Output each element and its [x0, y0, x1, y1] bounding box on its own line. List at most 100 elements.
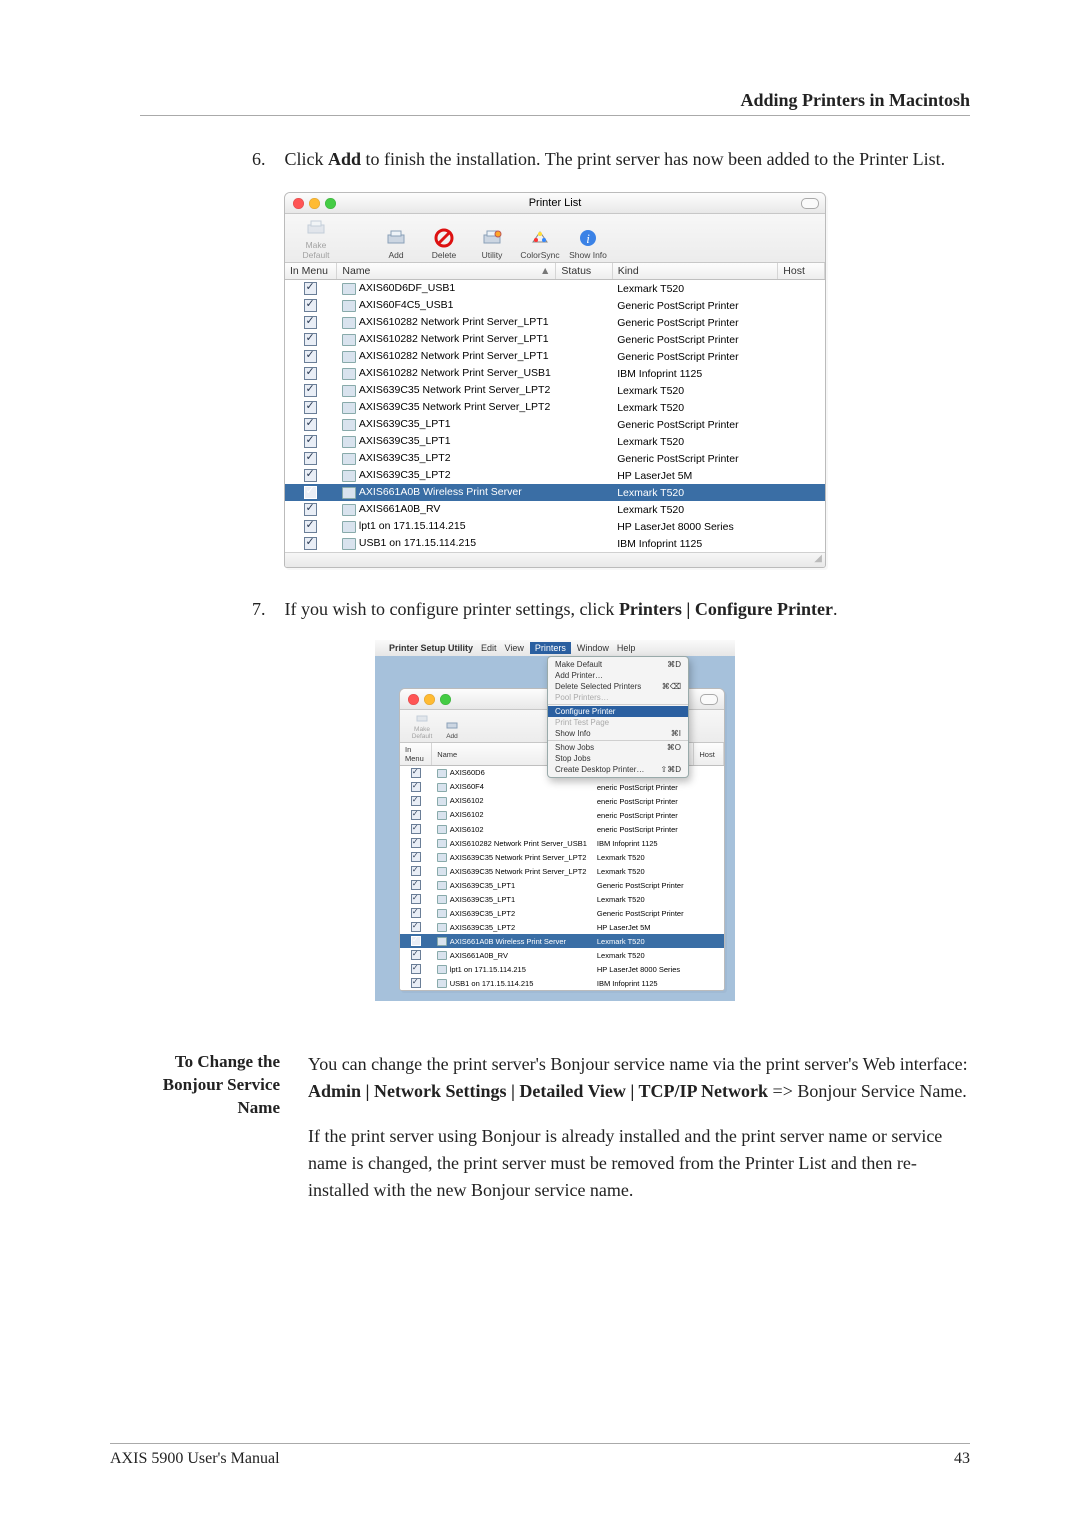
step-keyword: Add	[328, 149, 361, 169]
checkbox-icon[interactable]	[411, 922, 421, 932]
checkbox-icon[interactable]	[411, 768, 421, 778]
checkbox-icon[interactable]	[304, 282, 317, 295]
checkbox-icon[interactable]	[411, 908, 421, 918]
table-row[interactable]: AXIS610282 Network Print Server_LPT1Gene…	[285, 314, 825, 331]
table-row[interactable]: AXIS639C35_LPT2HP LaserJet 5M	[400, 920, 724, 934]
close-icon[interactable]	[408, 694, 419, 705]
checkbox-icon[interactable]	[411, 838, 421, 848]
col-inmenu[interactable]: In Menu	[400, 743, 432, 766]
table-row[interactable]: AXIS6102eneric PostScript Printer	[400, 822, 724, 836]
table-row[interactable]: AXIS60D6DF_USB1Lexmark T520	[285, 280, 825, 298]
table-row[interactable]: AXIS639C35 Network Print Server_LPT2Lexm…	[400, 850, 724, 864]
checkbox-icon[interactable]	[411, 810, 421, 820]
checkbox-icon[interactable]	[411, 978, 421, 988]
checkbox-icon[interactable]	[411, 824, 421, 834]
menu-item[interactable]: Configure Printer	[548, 706, 688, 717]
table-row[interactable]: AXIS639C35_LPT2HP LaserJet 5M	[285, 467, 825, 484]
checkbox-icon[interactable]	[304, 486, 317, 499]
table-row[interactable]: AXIS60F4eneric PostScript Printer	[400, 780, 724, 794]
checkbox-icon[interactable]	[411, 866, 421, 876]
minimize-icon[interactable]	[424, 694, 435, 705]
resize-handle-icon[interactable]: ◢	[285, 552, 825, 567]
menubar-item-printers[interactable]: Printers	[530, 642, 571, 654]
table-row[interactable]: lpt1 on 171.15.114.215HP LaserJet 8000 S…	[400, 962, 724, 976]
checkbox-icon[interactable]	[304, 367, 317, 380]
table-row[interactable]: AXIS639C35_LPT1Lexmark T520	[285, 433, 825, 450]
table-row[interactable]: AXIS610282 Network Print Server_LPT1Gene…	[285, 331, 825, 348]
checkbox-icon[interactable]	[411, 852, 421, 862]
col-inmenu[interactable]: In Menu	[285, 263, 337, 280]
checkbox-icon[interactable]	[411, 894, 421, 904]
checkbox-icon[interactable]	[304, 316, 317, 329]
table-row[interactable]: AXIS639C35_LPT1Lexmark T520	[400, 892, 724, 906]
menu-item[interactable]: Show Jobs⌘O	[548, 742, 688, 753]
add-button[interactable]: Add	[438, 717, 466, 740]
add-button[interactable]: Add	[373, 226, 419, 260]
table-row[interactable]: AXIS661A0B_RVLexmark T520	[400, 948, 724, 962]
menu-item[interactable]: Make Default⌘D	[548, 659, 688, 670]
table-row[interactable]: AXIS639C35 Network Print Server_LPT2Lexm…	[285, 382, 825, 399]
checkbox-icon[interactable]	[304, 299, 317, 312]
table-row[interactable]: AXIS661A0B_RVLexmark T520	[285, 501, 825, 518]
colorsync-button[interactable]: ColorSync	[517, 226, 563, 260]
table-row[interactable]: AXIS661A0B Wireless Print ServerLexmark …	[400, 934, 724, 948]
printer-icon	[342, 351, 356, 363]
menubar-item[interactable]: Window	[577, 643, 609, 653]
zoom-icon[interactable]	[440, 694, 451, 705]
checkbox-icon[interactable]	[304, 435, 317, 448]
checkbox-icon[interactable]	[304, 537, 317, 550]
menu-item[interactable]: Create Desktop Printer…⇧⌘D	[548, 764, 688, 775]
table-row[interactable]: AXIS639C35_LPT1Generic PostScript Printe…	[285, 416, 825, 433]
checkbox-icon[interactable]	[304, 469, 317, 482]
table-row[interactable]: USB1 on 171.15.114.215IBM Infoprint 1125	[285, 535, 825, 552]
checkbox-icon[interactable]	[304, 333, 317, 346]
table-row[interactable]: AXIS60F4C5_USB1Generic PostScript Printe…	[285, 297, 825, 314]
menu-item[interactable]: Stop Jobs	[548, 753, 688, 764]
checkbox-icon[interactable]	[304, 350, 317, 363]
menubar-item[interactable]: View	[505, 643, 524, 653]
table-row[interactable]: AXIS6102eneric PostScript Printer	[400, 808, 724, 822]
checkbox-icon[interactable]	[411, 936, 421, 946]
table-row[interactable]: AXIS610282 Network Print Server_LPT1Gene…	[285, 348, 825, 365]
menubar-item[interactable]: Edit	[481, 643, 497, 653]
checkbox-icon[interactable]	[304, 384, 317, 397]
show-info-button[interactable]: i Show Info	[565, 226, 611, 260]
toolbar-toggle-icon[interactable]	[801, 198, 819, 209]
table-row[interactable]: AXIS6102eneric PostScript Printer	[400, 794, 724, 808]
menu-item[interactable]: Show Info⌘I	[548, 728, 688, 739]
checkbox-icon[interactable]	[304, 503, 317, 516]
table-row[interactable]: lpt1 on 171.15.114.215HP LaserJet 8000 S…	[285, 518, 825, 535]
col-host[interactable]: Host	[694, 743, 724, 766]
menubar-item[interactable]: Help	[617, 643, 636, 653]
table-row[interactable]: AXIS639C35_LPT2Generic PostScript Printe…	[285, 450, 825, 467]
make-default-button[interactable]: Make Default	[293, 216, 339, 260]
menubar-item[interactable]: Printer Setup Utility	[389, 643, 473, 653]
checkbox-icon[interactable]	[411, 782, 421, 792]
table-row[interactable]: AXIS610282 Network Print Server_USB1IBM …	[400, 836, 724, 850]
table-row[interactable]: AXIS610282 Network Print Server_USB1IBM …	[285, 365, 825, 382]
checkbox-icon[interactable]	[411, 964, 421, 974]
table-row[interactable]: AXIS639C35 Network Print Server_LPT2Lexm…	[285, 399, 825, 416]
menu-item[interactable]: Add Printer…	[548, 670, 688, 681]
utility-button[interactable]: Utility	[469, 226, 515, 260]
table-row[interactable]: AXIS639C35_LPT2Generic PostScript Printe…	[400, 906, 724, 920]
make-default-button[interactable]: Make Default	[408, 710, 436, 740]
checkbox-icon[interactable]	[304, 452, 317, 465]
delete-button[interactable]: Delete	[421, 226, 467, 260]
table-row[interactable]: AXIS661A0B Wireless Print ServerLexmark …	[285, 484, 825, 501]
checkbox-icon[interactable]	[411, 950, 421, 960]
col-kind[interactable]: Kind	[612, 263, 778, 280]
checkbox-icon[interactable]	[304, 418, 317, 431]
table-row[interactable]: USB1 on 171.15.114.215IBM Infoprint 1125	[400, 976, 724, 990]
col-name[interactable]: Name▲	[337, 263, 556, 280]
checkbox-icon[interactable]	[411, 796, 421, 806]
toolbar-toggle-icon[interactable]	[700, 694, 718, 705]
table-row[interactable]: AXIS639C35 Network Print Server_LPT2Lexm…	[400, 864, 724, 878]
checkbox-icon[interactable]	[304, 520, 317, 533]
table-row[interactable]: AXIS639C35_LPT1Generic PostScript Printe…	[400, 878, 724, 892]
checkbox-icon[interactable]	[304, 401, 317, 414]
checkbox-icon[interactable]	[411, 880, 421, 890]
col-host[interactable]: Host	[778, 263, 825, 280]
col-status[interactable]: Status	[556, 263, 612, 280]
menu-item[interactable]: Delete Selected Printers⌘⌫	[548, 681, 688, 692]
